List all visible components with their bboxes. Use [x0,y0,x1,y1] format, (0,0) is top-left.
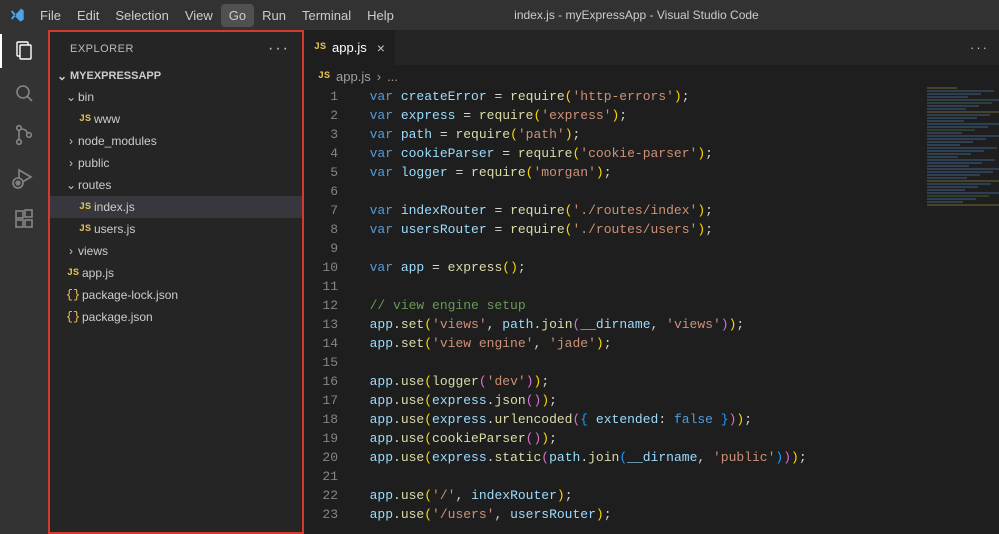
tree-item-label: views [78,244,108,258]
file-tree: ⌄binJSwww›node_modules›public⌄routesJSin… [50,86,302,332]
tree-item-label: public [78,156,109,170]
menu-run[interactable]: Run [254,4,294,27]
tree-item-label: routes [78,178,111,192]
tree-item-label: package.json [82,310,153,324]
folder-bin[interactable]: ⌄bin [50,86,302,108]
extensions-activity-icon[interactable] [11,206,37,232]
file-app-js[interactable]: JSapp.js [50,262,302,284]
explorer-activity-icon[interactable] [11,38,37,64]
tree-item-label: node_modules [78,134,157,148]
editor-tab[interactable]: JS app.js × [304,30,396,65]
tree-item-label: bin [78,90,94,104]
breadcrumb-separator: › [377,69,381,84]
code-content[interactable]: var createError = require('http-errors')… [354,87,999,534]
tree-item-label: package-lock.json [82,288,178,302]
sidebar-title: EXPLORER [70,43,134,55]
json-file-icon: {} [64,310,82,324]
line-number-gutter: 1234567891011121314151617181920212223 [304,87,354,534]
tab-label: app.js [332,40,367,55]
editor-more-icon[interactable]: ··· [970,30,999,65]
run-debug-activity-icon[interactable] [11,164,37,190]
breadcrumb-file: app.js [336,69,371,84]
menu-view[interactable]: View [177,4,221,27]
file-index-js[interactable]: JSindex.js [50,196,302,218]
vscode-logo-icon [8,6,26,24]
js-file-icon: JS [314,42,326,53]
title-bar: FileEditSelectionViewGoRunTerminalHelp i… [0,0,999,30]
js-file-icon: JS [76,224,94,235]
js-file-icon: JS [64,268,82,279]
sidebar-more-icon[interactable]: ··· [268,40,290,58]
chevron-right-icon: › [64,156,78,170]
js-file-icon: JS [76,114,94,125]
file-package-lock-json[interactable]: {}package-lock.json [50,284,302,306]
file-users-js[interactable]: JSusers.js [50,218,302,240]
chevron-right-icon: › [64,244,78,258]
explorer-section-header[interactable]: ⌄ MYEXPRESSAPP [50,66,302,86]
menu-selection[interactable]: Selection [107,4,176,27]
explorer-sidebar: EXPLORER ··· ⌄ MYEXPRESSAPP ⌄binJSwww›no… [48,30,304,534]
tree-item-label: users.js [94,222,135,236]
menu-edit[interactable]: Edit [69,4,107,27]
tree-item-label: index.js [94,200,135,214]
window-title: index.js - myExpressApp - Visual Studio … [402,8,871,22]
source-control-activity-icon[interactable] [11,122,37,148]
tree-item-label: www [94,112,120,126]
menu-help[interactable]: Help [359,4,402,27]
chevron-down-icon: ⌄ [64,90,78,104]
activity-bar [0,30,48,534]
code-editor[interactable]: 1234567891011121314151617181920212223 va… [304,87,999,534]
file-www[interactable]: JSwww [50,108,302,130]
chevron-right-icon: › [64,134,78,148]
close-tab-icon[interactable]: × [373,40,385,56]
tree-item-label: app.js [82,266,114,280]
tab-bar: JS app.js × ··· [304,30,999,65]
menu-bar: FileEditSelectionViewGoRunTerminalHelp [32,4,402,27]
json-file-icon: {} [64,288,82,302]
sidebar-header: EXPLORER ··· [50,32,302,66]
folder-public[interactable]: ›public [50,152,302,174]
menu-go[interactable]: Go [221,4,254,27]
chevron-down-icon: ⌄ [54,69,70,83]
workspace-name: MYEXPRESSAPP [70,70,161,82]
editor-area: JS app.js × ··· JS app.js › ... 12345678… [304,30,999,534]
js-file-icon: JS [76,202,94,213]
chevron-down-icon: ⌄ [64,178,78,192]
folder-routes[interactable]: ⌄routes [50,174,302,196]
menu-file[interactable]: File [32,4,69,27]
folder-node_modules[interactable]: ›node_modules [50,130,302,152]
folder-views[interactable]: ›views [50,240,302,262]
search-activity-icon[interactable] [11,80,37,106]
js-file-icon: JS [318,71,330,82]
breadcrumb-rest: ... [387,69,398,84]
breadcrumb[interactable]: JS app.js › ... [304,65,999,87]
file-package-json[interactable]: {}package.json [50,306,302,328]
menu-terminal[interactable]: Terminal [294,4,359,27]
